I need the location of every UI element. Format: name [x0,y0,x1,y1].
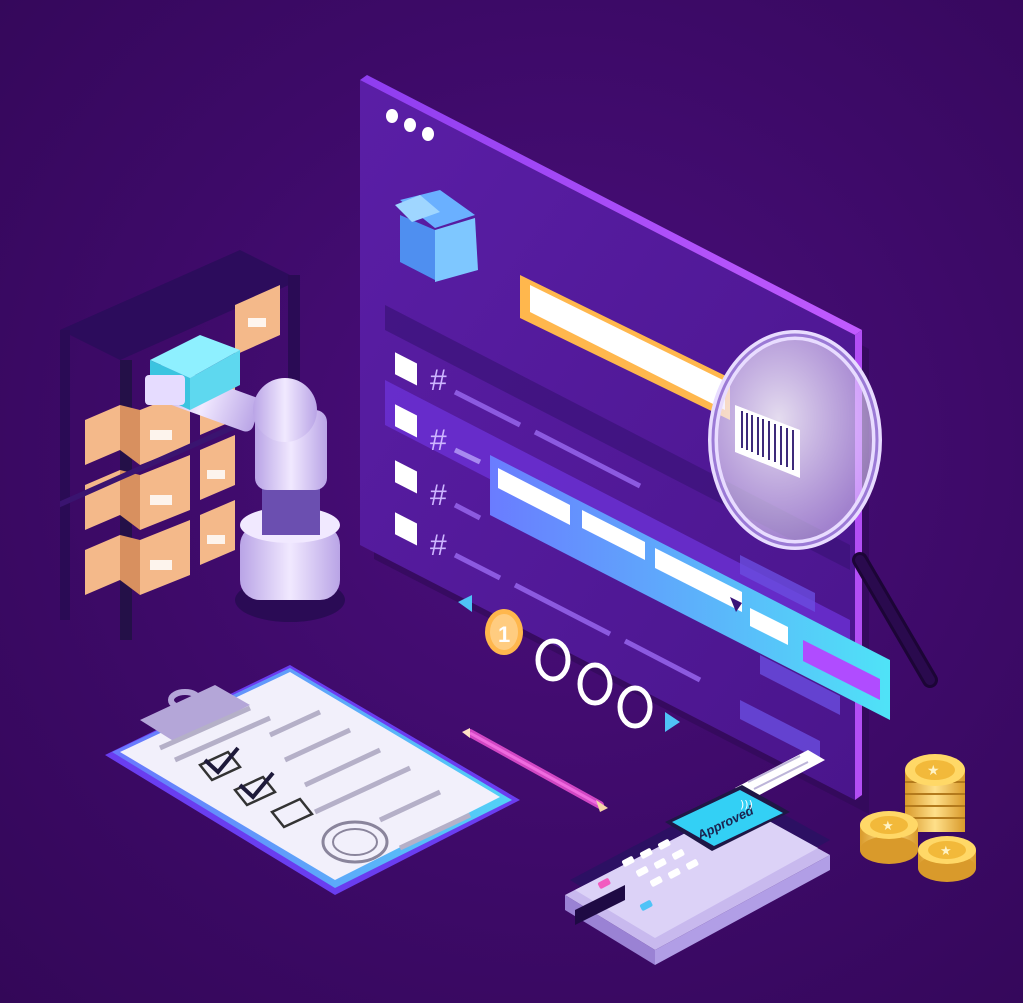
row-symbol: # [430,364,447,397]
row-symbol: # [430,479,447,512]
svg-text:★: ★ [940,844,952,859]
coin-stack-short: ★ [860,811,918,864]
clipboard [105,665,520,895]
svg-text:★: ★ [882,819,894,834]
warehouse-illustration: # # # # 1 Approved))) ★ ★ ★ [60,75,976,965]
page-dot[interactable] [617,685,653,729]
row-symbol: # [430,424,447,457]
coin-stack-front: ★ [918,836,976,882]
coin-stack-icon: ★ ★ ★ [860,754,976,882]
contactless-icon: ))) [740,798,753,811]
payment-terminal: Approved ))) [565,750,830,965]
row-symbol: # [430,529,447,562]
page-current[interactable]: 1 [485,609,523,655]
svg-text:★: ★ [927,763,940,779]
illustration-stage: # # # # 1 Approved))) ★ ★ ★ [0,0,1023,1003]
svg-text:1: 1 [498,622,510,647]
